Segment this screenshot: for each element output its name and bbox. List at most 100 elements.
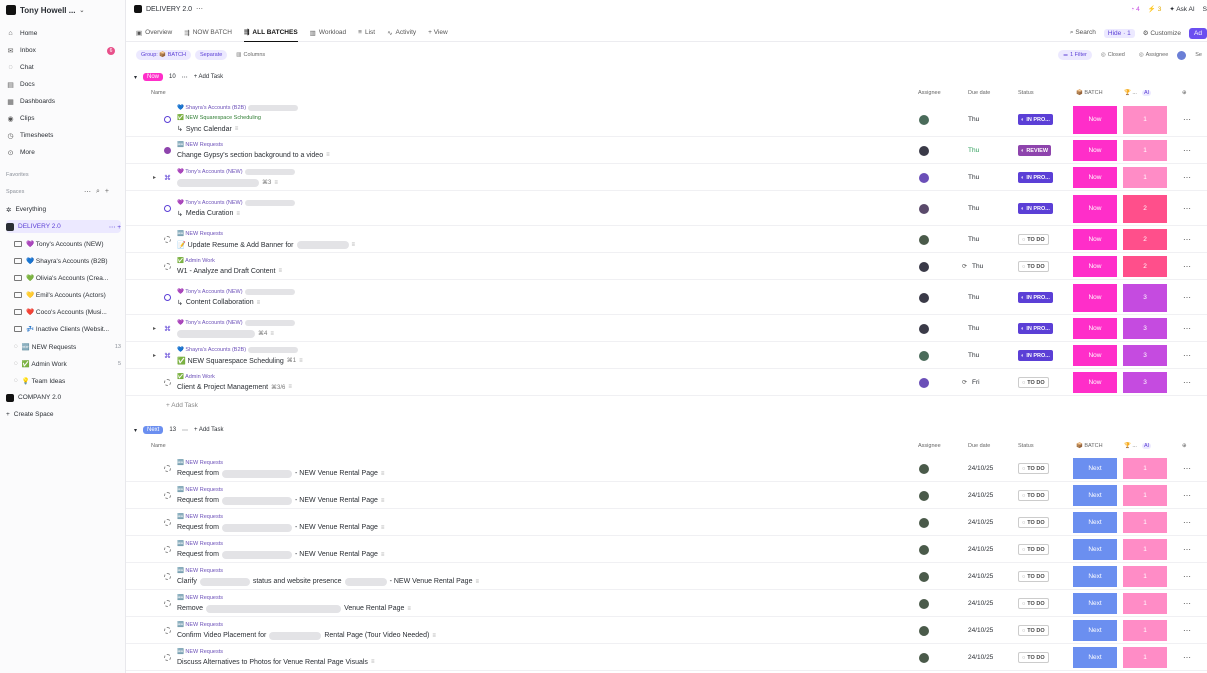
assignee-avatar[interactable] bbox=[919, 114, 929, 125]
task-list-label[interactable]: 💜 Tony's Accounts (NEW) bbox=[177, 288, 295, 295]
status-circle-icon[interactable] bbox=[164, 378, 171, 386]
task-name[interactable]: ⌘4 ≡ bbox=[177, 329, 274, 338]
subtask-count[interactable]: ⌘4 bbox=[258, 330, 267, 337]
task-list-label[interactable]: 🆕 NEW Requests bbox=[177, 595, 223, 601]
status-circle-icon[interactable] bbox=[164, 293, 171, 301]
status-badge[interactable]: ◌ TO DO bbox=[1018, 625, 1049, 636]
due-date[interactable]: 24/10/25 bbox=[968, 492, 993, 499]
column-status[interactable]: Status bbox=[1018, 90, 1034, 96]
due-date[interactable]: 24/10/25 bbox=[968, 600, 993, 607]
assignee-avatar[interactable] bbox=[919, 544, 929, 555]
task-name[interactable]: Confirm Video Placement for Rental Page (… bbox=[177, 631, 436, 640]
batch-cell[interactable]: Now bbox=[1073, 229, 1117, 250]
group-status-pill[interactable]: Next bbox=[143, 426, 164, 434]
tab-workload[interactable]: ▥ Workload bbox=[310, 24, 347, 42]
batch-cell[interactable]: Now bbox=[1073, 105, 1117, 134]
priority-cell[interactable]: 2 bbox=[1123, 194, 1167, 223]
status-badge[interactable]: ◌ TO DO bbox=[1018, 544, 1049, 555]
task-name[interactable]: ↳ Media Curation ≡ bbox=[177, 210, 240, 218]
task-list-label[interactable]: 🆕 NEW Requests bbox=[177, 487, 223, 493]
lightning-badge[interactable]: ⚡ 3 bbox=[1148, 5, 1162, 13]
assignee-avatar[interactable] bbox=[919, 203, 929, 214]
table-row[interactable]: 🆕 NEW Requests Request from - NEW Venue Re… bbox=[126, 482, 1207, 509]
more-icon[interactable]: ⋯ bbox=[84, 188, 91, 196]
due-date[interactable]: Thu bbox=[968, 236, 979, 243]
status-circle-icon[interactable] bbox=[164, 491, 171, 499]
row-more-icon[interactable]: ⋯ bbox=[1183, 146, 1191, 155]
column-assignee[interactable]: Assignee bbox=[918, 90, 941, 96]
status-badge[interactable]: ◌ TO DO bbox=[1018, 571, 1049, 582]
status-badge[interactable]: ◌ TO DO bbox=[1018, 598, 1049, 609]
task-list-label[interactable]: 💜 Tony's Accounts (NEW) bbox=[177, 168, 295, 175]
row-more-icon[interactable]: ⋯ bbox=[1183, 464, 1191, 473]
batch-cell[interactable]: Next bbox=[1073, 539, 1117, 560]
priority-cell[interactable]: 1 bbox=[1123, 539, 1167, 560]
add-task-row[interactable]: + Add Task bbox=[166, 402, 198, 409]
subtasks-icon[interactable]: ⌘ bbox=[164, 174, 171, 182]
task-list-label[interactable]: 🆕 NEW Requests bbox=[177, 460, 223, 466]
status-circle-icon[interactable] bbox=[164, 626, 171, 634]
sidebar-item-docs[interactable]: ▤ Docs bbox=[6, 78, 119, 91]
separate-chip[interactable]: Separate bbox=[194, 50, 228, 60]
priority-cell[interactable]: 1 bbox=[1123, 566, 1167, 587]
settings-icon[interactable]: S bbox=[1203, 6, 1207, 13]
priority-cell[interactable]: 1 bbox=[1123, 512, 1167, 533]
batch-cell[interactable]: Next bbox=[1073, 647, 1117, 668]
due-date[interactable]: 24/10/25 bbox=[968, 654, 993, 661]
sidebar-item-chat[interactable]: ◌ Chat bbox=[6, 61, 119, 74]
task-list-label[interactable]: ✅ Admin Work bbox=[177, 258, 215, 264]
priority-cell[interactable]: 1 bbox=[1123, 620, 1167, 641]
status-circle-icon[interactable] bbox=[164, 572, 171, 580]
expand-subtasks-icon[interactable]: ▸ bbox=[153, 352, 156, 359]
subtask-count[interactable]: ⌘3/6 bbox=[271, 384, 285, 391]
status-circle-icon[interactable] bbox=[164, 545, 171, 553]
table-row[interactable]: 🆕 NEW Requests Request from - NEW Venue Re… bbox=[126, 509, 1207, 536]
filter-chip[interactable]: ⚌ 1 Filter bbox=[1058, 50, 1092, 60]
row-more-icon[interactable]: ⋯ bbox=[1183, 324, 1191, 333]
batch-cell[interactable]: Now bbox=[1073, 256, 1117, 277]
customize-button[interactable]: ⚙ Customize bbox=[1143, 29, 1181, 37]
space-item[interactable]: ✲ Everything bbox=[6, 203, 121, 216]
status-badge[interactable]: ◌ TO DO bbox=[1018, 490, 1049, 501]
space-item[interactable]: 💙 Shayra's Accounts (B2B) bbox=[6, 254, 121, 267]
add-column-icon[interactable]: ⊕ bbox=[1182, 90, 1187, 96]
batch-cell[interactable]: Now bbox=[1073, 167, 1117, 188]
due-date[interactable]: Thu bbox=[968, 294, 979, 301]
avatar[interactable] bbox=[1177, 50, 1187, 60]
sidebar-item-inbox[interactable]: ✉ Inbox 6 bbox=[6, 44, 119, 57]
priority-cell[interactable]: 1 bbox=[1123, 485, 1167, 506]
row-more-icon[interactable]: ⋯ bbox=[1183, 204, 1191, 213]
due-date[interactable]: Thu bbox=[968, 147, 979, 154]
table-row[interactable]: 💜 Tony's Accounts (NEW) ↳ Media Curation ≡ T… bbox=[126, 191, 1207, 226]
table-row[interactable]: ▸ ⌘ 💜 Tony's Accounts (NEW) ⌘4 ≡ Thu ◐ IN PRO..… bbox=[126, 315, 1207, 342]
space-item[interactable]: ◌ ✅ Admin Work 5 bbox=[6, 357, 121, 370]
collapse-icon[interactable]: ▾ bbox=[134, 74, 137, 81]
expand-subtasks-icon[interactable]: ▸ bbox=[153, 174, 156, 181]
row-more-icon[interactable]: ⋯ bbox=[1183, 351, 1191, 360]
add-task-button[interactable]: Ad bbox=[1189, 27, 1207, 39]
row-more-icon[interactable]: ⋯ bbox=[1183, 378, 1191, 387]
sidebar-item-home[interactable]: ⌂ Home bbox=[6, 27, 119, 40]
add-column-icon[interactable]: ⊕ bbox=[1182, 443, 1187, 449]
due-date[interactable]: 24/10/25 bbox=[968, 519, 993, 526]
tab-all-batches[interactable]: ⇶ ALL BATCHES bbox=[243, 24, 298, 42]
column-name[interactable]: Name bbox=[151, 90, 166, 96]
task-list-label[interactable]: 🆕 NEW Requests bbox=[177, 142, 223, 148]
more-icon[interactable]: ⋯ bbox=[182, 74, 188, 81]
group-status-pill[interactable]: Now bbox=[143, 73, 164, 81]
batch-cell[interactable]: Now bbox=[1073, 194, 1117, 223]
task-name[interactable]: Client & Project Management ⌘3/6 ≡ bbox=[177, 384, 292, 391]
status-badge[interactable]: ◌ TO DO bbox=[1018, 517, 1049, 528]
task-name[interactable]: Request from - NEW Venue Rental Page ≡ bbox=[177, 523, 384, 532]
assignee-avatar[interactable] bbox=[919, 350, 929, 361]
row-more-icon[interactable]: ⋯ bbox=[1183, 173, 1191, 182]
assignee-avatar[interactable] bbox=[919, 652, 929, 663]
search-icon[interactable]: ⌕ bbox=[96, 188, 100, 196]
table-row[interactable]: 💜 Tony's Accounts (NEW) ↳ Content Collabor… bbox=[126, 280, 1207, 315]
assignee-avatar[interactable] bbox=[919, 598, 929, 609]
search-chip[interactable]: Se bbox=[1190, 50, 1207, 60]
assignee-avatar[interactable] bbox=[919, 490, 929, 501]
priority-cell[interactable]: 3 bbox=[1123, 372, 1167, 393]
tab-now-batch[interactable]: ⇶ NOW BATCH bbox=[184, 24, 232, 42]
due-date[interactable]: Fri bbox=[972, 379, 980, 386]
